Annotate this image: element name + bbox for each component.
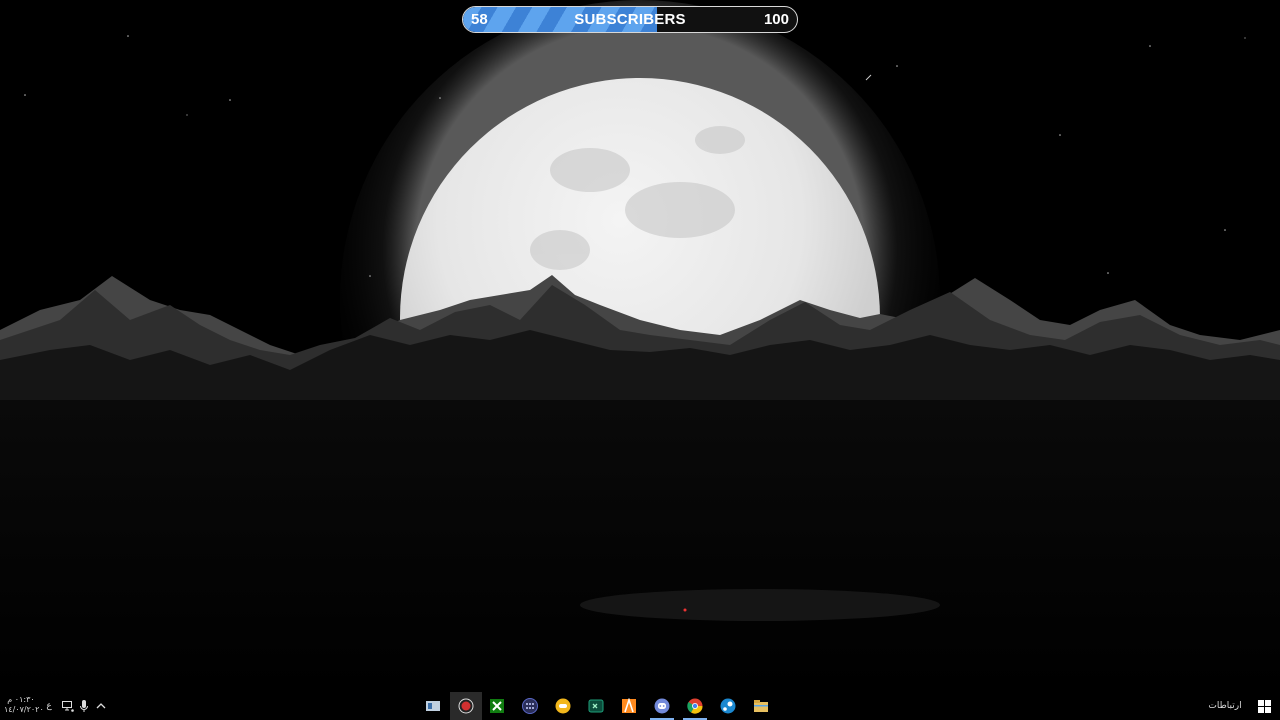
subscriber-label: SUBSCRIBERS — [574, 11, 686, 28]
windows-logo-icon — [1257, 699, 1271, 713]
tray-microphone[interactable] — [77, 692, 91, 720]
taskbar: ارتباطات ع — [0, 692, 1280, 720]
subscriber-progress-bar: 58 SUBSCRIBERS 100 — [462, 6, 798, 33]
tray-clock[interactable]: ٠١:٣٠ م ١٤/٠٧/٢٠٢٠ — [4, 695, 44, 715]
taskbar-app-yellow[interactable] — [548, 692, 578, 720]
chrome-icon — [687, 698, 703, 714]
obs-icon — [458, 698, 474, 714]
steam-icon — [720, 698, 736, 714]
ime-label: ع — [46, 701, 52, 711]
microphone-icon — [80, 699, 88, 712]
file-explorer-icon — [754, 700, 768, 712]
discord-icon — [654, 698, 670, 714]
fl-studio-icon — [622, 698, 636, 713]
language-label: ارتباطات — [1208, 701, 1242, 711]
taskbar-app-fl-studio[interactable] — [614, 692, 644, 720]
clock-time: ٠١:٣٠ م — [7, 695, 35, 704]
taskbar-app-media[interactable] — [418, 692, 448, 720]
taskbar-app-discord[interactable] — [647, 692, 677, 720]
terminal-icon — [588, 699, 604, 713]
chevron-up-icon — [96, 703, 106, 709]
media-app-icon — [426, 701, 440, 711]
tray-ime-indicator[interactable]: ع — [43, 692, 55, 720]
yellow-app-icon — [555, 698, 571, 714]
app-launcher-icon — [522, 698, 538, 714]
start-button[interactable] — [1252, 692, 1276, 720]
moon-mountains-wallpaper — [0, 0, 1280, 720]
subscriber-goal-count: 100 — [763, 11, 789, 28]
taskbar-app-terminal[interactable] — [581, 692, 611, 720]
language-indicator[interactable]: ارتباطات — [1205, 692, 1245, 720]
tray-network[interactable] — [60, 692, 76, 720]
taskbar-app-chrome[interactable] — [680, 692, 710, 720]
xbox-icon — [490, 699, 504, 713]
taskbar-app-steam[interactable] — [713, 692, 743, 720]
taskbar-app-launcher[interactable] — [515, 692, 545, 720]
taskbar-app-file-explorer[interactable] — [746, 692, 776, 720]
clock-date: ١٤/٠٧/٢٠٢٠ — [4, 705, 44, 714]
taskbar-app-xbox[interactable] — [482, 692, 512, 720]
tray-overflow-button[interactable] — [93, 692, 109, 720]
desktop-wallpaper — [0, 0, 1280, 720]
taskbar-app-obs[interactable] — [450, 692, 482, 720]
network-icon — [62, 700, 74, 712]
